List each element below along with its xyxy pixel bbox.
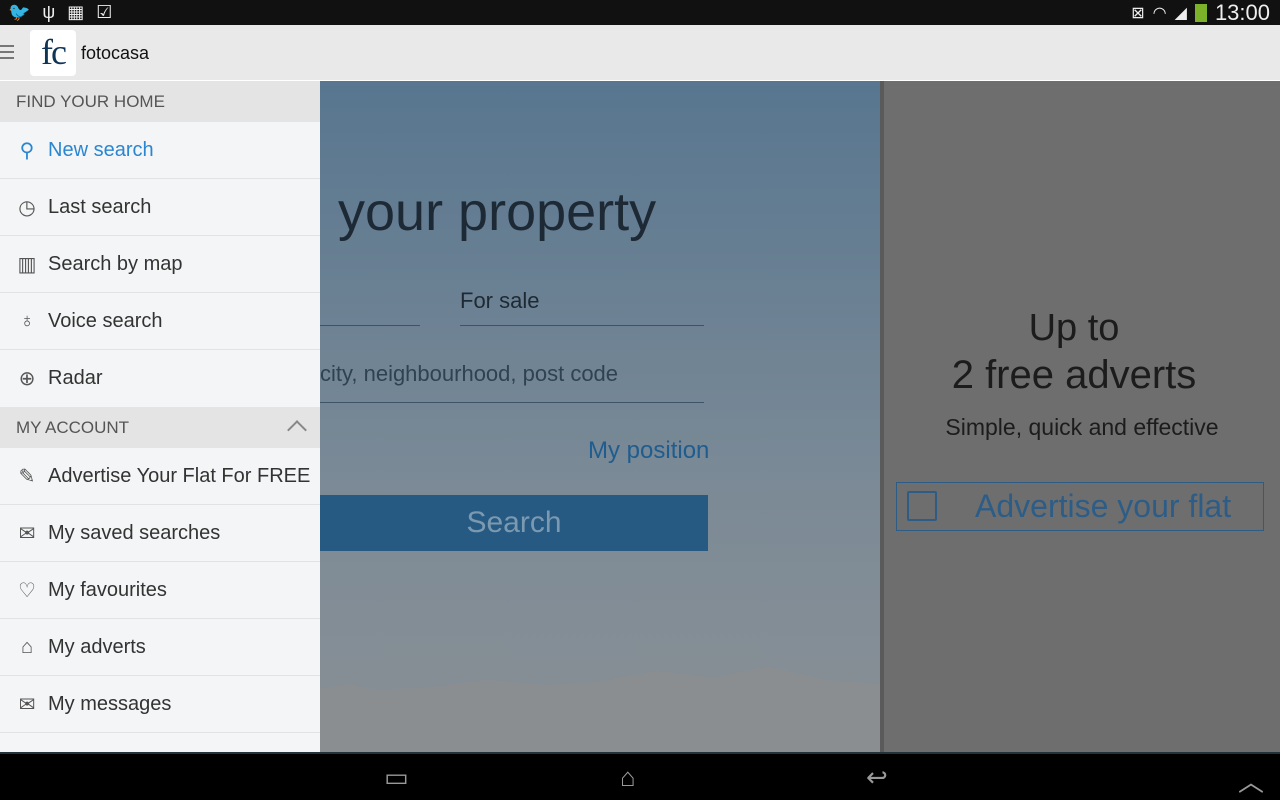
section-find-your-home: FIND YOUR HOME bbox=[0, 81, 320, 122]
item-label: Advertise Your Flat For FREE bbox=[48, 464, 311, 487]
item-label: My messages bbox=[48, 692, 172, 715]
sim-icon: ▦ bbox=[67, 2, 85, 22]
map-icon: ▥ bbox=[17, 253, 37, 276]
mail-icon: ✉ bbox=[18, 693, 36, 716]
location-input[interactable]: city, neighbourhood, post code bbox=[320, 361, 704, 403]
app-name: fotocasa bbox=[81, 43, 150, 63]
drawer-item-voice-search[interactable]: ♁ Voice search bbox=[0, 293, 320, 350]
back-icon[interactable]: ↩ bbox=[866, 762, 888, 793]
status-bar: 🐦 ψ ▦ ☑ ⊠ ◠ ◢ 13:00 bbox=[0, 0, 1280, 25]
recent-apps-icon[interactable]: ▭ bbox=[384, 762, 409, 793]
item-label: New search bbox=[48, 138, 154, 161]
promo-line3: Simple, quick and effective bbox=[945, 414, 1219, 440]
mute-icon: ⊠ bbox=[1131, 5, 1145, 22]
drawer-item-last-search[interactable]: ◷ Last search bbox=[0, 179, 320, 236]
drawer-item-radar[interactable]: ⊕ Radar bbox=[0, 350, 320, 407]
wifi-icon: ◠ bbox=[1152, 5, 1167, 22]
drawer-item-search-by-map[interactable]: ▥ Search by map bbox=[0, 236, 320, 293]
search-icon: ⚲ bbox=[19, 139, 35, 162]
menu-icon[interactable] bbox=[0, 45, 14, 59]
item-label: Search by map bbox=[48, 252, 183, 275]
drawer-item-my-adverts[interactable]: ⌂ My adverts bbox=[0, 619, 320, 676]
main-content: your property For sale city, neighbourho… bbox=[0, 81, 1280, 752]
inbox-icon: ✉ bbox=[18, 522, 36, 545]
promo-line2: 2 free adverts bbox=[951, 353, 1197, 397]
drawer-item-saved-searches[interactable]: ✉ My saved searches bbox=[0, 505, 320, 562]
history-icon: ◷ bbox=[18, 196, 36, 219]
my-position-link[interactable]: My position bbox=[588, 437, 709, 465]
navigation-drawer: FIND YOUR HOME ⚲ New search ◷ Last search … bbox=[0, 81, 320, 752]
home-nav-icon[interactable]: ⌂ bbox=[620, 762, 636, 793]
home-icon: ⌂ bbox=[20, 635, 34, 658]
edit-icon: ✎ bbox=[18, 465, 36, 488]
page-title: your property bbox=[338, 182, 657, 242]
advertise-flat-label: Advertise your flat bbox=[975, 488, 1232, 524]
section-label: MY ACCOUNT bbox=[16, 418, 130, 437]
edit-icon bbox=[907, 491, 937, 521]
twitter-icon: 🐦 bbox=[8, 2, 31, 22]
usb-icon: ψ bbox=[42, 2, 56, 22]
signal-icon: ◢ bbox=[1174, 5, 1187, 22]
radar-icon: ⊕ bbox=[18, 368, 36, 390]
item-label: Voice search bbox=[48, 309, 163, 332]
item-label: My favourites bbox=[48, 578, 167, 601]
drawer-item-new-search[interactable]: ⚲ New search bbox=[0, 122, 320, 179]
advertise-flat-button[interactable]: Advertise your flat bbox=[896, 482, 1264, 531]
operation-select[interactable]: For sale bbox=[460, 286, 704, 326]
item-label: Radar bbox=[48, 367, 103, 389]
heart-icon: ♡ bbox=[18, 579, 36, 602]
app-logo[interactable]: fc bbox=[30, 30, 76, 76]
chevron-up-icon[interactable] bbox=[287, 420, 307, 440]
app-bar: fc fotocasa bbox=[0, 25, 1280, 81]
item-label: Last search bbox=[48, 195, 152, 218]
search-button[interactable]: Search bbox=[320, 495, 708, 551]
microphone-icon: ♁ bbox=[19, 309, 35, 332]
system-nav-bar: ▭ ⌂ ↩ ︿ bbox=[0, 752, 1280, 800]
battery-icon bbox=[1194, 4, 1207, 22]
promo-line1: Up to bbox=[1028, 307, 1120, 349]
drawer-item-favourites[interactable]: ♡ My favourites bbox=[0, 562, 320, 619]
item-label: My adverts bbox=[48, 635, 146, 658]
item-label: My saved searches bbox=[48, 521, 221, 544]
drawer-item-messages[interactable]: ✉ My messages bbox=[0, 676, 320, 733]
clock: 13:00 bbox=[1214, 0, 1270, 25]
section-my-account[interactable]: MY ACCOUNT bbox=[0, 407, 320, 448]
property-type-select[interactable] bbox=[320, 286, 420, 326]
chevron-up-icon[interactable]: ︿ bbox=[1238, 762, 1264, 799]
drawer-item-advertise[interactable]: ✎ Advertise Your Flat For FREE bbox=[0, 448, 320, 505]
clipboard-check-icon: ☑ bbox=[96, 2, 113, 22]
